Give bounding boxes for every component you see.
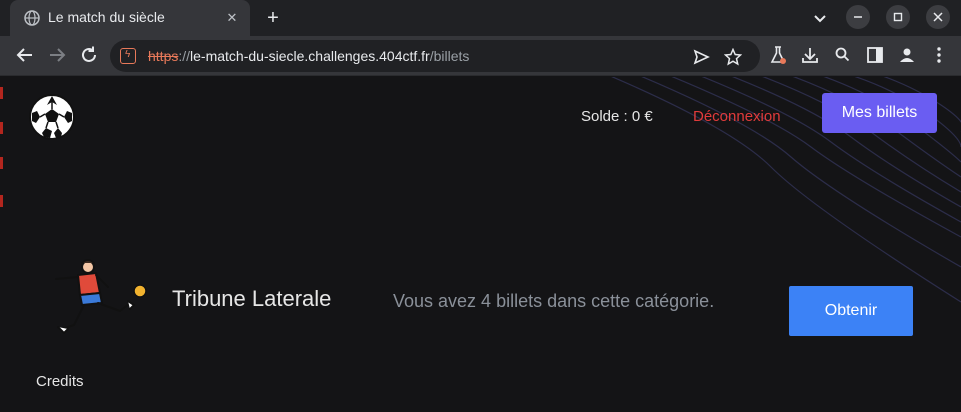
chevron-down-icon[interactable] [810,8,830,28]
tab-title: Le match du siècle [48,9,165,25]
soccer-player-illustration [55,259,147,334]
labs-flask-icon[interactable] [768,45,788,65]
balance-label: Solde : 0 € [581,108,653,125]
active-tab[interactable]: Le match du siècle ✕ [10,0,250,36]
url-text[interactable]: https://le-match-du-siecle.challenges.40… [148,48,469,64]
ticket-count-text: Vous avez 4 billets dans cette catégorie… [393,291,715,311]
maximize-button[interactable] [886,5,910,29]
url-scheme: https [148,48,179,64]
not-secure-icon[interactable]: ϟ [120,48,136,64]
close-icon[interactable]: ✕ [222,8,242,28]
minimize-icon [854,16,862,18]
sidepanel-icon[interactable] [865,45,885,65]
reload-icon[interactable] [78,44,100,66]
window-close-icon [933,12,943,22]
obtain-button[interactable]: Obtenir [789,286,913,336]
tab-strip: Le match du siècle ✕ + [0,0,961,36]
maximize-icon [893,12,903,22]
browser-window: Le match du siècle ✕ + ϟ https://le-matc… [0,0,961,412]
globe-icon [24,10,40,26]
minimize-button[interactable] [846,5,870,29]
zoom-icon[interactable] [833,45,853,65]
send-icon[interactable] [692,48,710,66]
page-content: Solde : 0 € Déconnexion Mes billets Trib… [0,77,961,412]
edge-marker [0,87,3,99]
download-icon[interactable] [800,45,820,65]
credits-link[interactable]: Credits [36,373,84,390]
kebab-menu-icon[interactable] [929,45,949,65]
back-arrow-icon[interactable] [14,44,36,66]
window-close-button[interactable] [926,5,950,29]
edge-marker [0,195,3,207]
soccer-ball-logo[interactable] [28,93,76,141]
browser-toolbar: ϟ https://le-match-du-siecle.challenges.… [0,36,961,76]
address-bar[interactable]: ϟ https://le-match-du-siecle.challenges.… [110,40,760,72]
star-icon[interactable] [724,48,742,66]
url-path: /billets [429,48,470,64]
url-host: le-match-du-siecle.challenges.404ctf.fr [190,48,430,64]
logout-link[interactable]: Déconnexion [693,108,781,125]
ticket-category-title: Tribune Laterale [172,286,332,311]
edge-marker [0,122,3,134]
plus-icon[interactable]: + [262,7,284,29]
forward-arrow-icon[interactable] [46,44,68,66]
url-separator: :// [178,48,191,64]
edge-marker [0,157,3,169]
profile-icon[interactable] [897,45,917,65]
my-tickets-button[interactable]: Mes billets [822,93,937,133]
